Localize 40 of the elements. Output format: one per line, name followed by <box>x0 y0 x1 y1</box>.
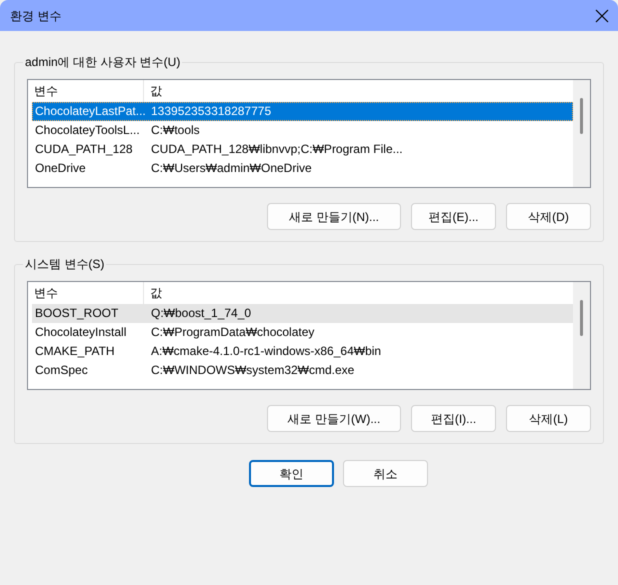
variable-name: CMAKE_PATH <box>34 343 116 360</box>
list-row[interactable]: ComSpec C:₩WINDOWS₩system32₩cmd.exe <box>32 361 573 380</box>
ok-button[interactable]: 확인 <box>249 460 334 487</box>
variable-name: ChocolateyInstall <box>34 324 128 341</box>
list-action-button[interactable]: 편집(E)... <box>411 203 496 230</box>
list-action-button[interactable]: 편집(I)... <box>411 405 496 432</box>
list-action-button[interactable]: 삭제(D) <box>506 203 591 230</box>
list-row[interactable]: BOOST_ROOT Q:₩boost_1_74_0 <box>32 304 573 323</box>
variable-value: C:₩tools <box>150 122 200 139</box>
scrollbar[interactable] <box>573 282 590 389</box>
variable-value: 133952353318287775 <box>150 103 272 120</box>
list-row[interactable]: CMAKE_PATH A:₩cmake-4.1.0-rc1-windows-x86_64₩bin <box>32 342 573 361</box>
variable-list[interactable]: 변수 값 ChocolateyLastPat... 133952353318287775 ChocolateyToolsL... C:₩tools CUDA_PATH_128 CUDA_PATH_128₩libnvvp;C:₩Program File... OneDrive C:₩Users₩admin₩OneDrive <box>27 79 591 188</box>
close-icon[interactable] <box>594 8 610 24</box>
variable-name: BOOST_ROOT <box>34 305 120 322</box>
list-row[interactable]: OneDrive C:₩Users₩admin₩OneDrive <box>32 159 573 178</box>
list-row[interactable]: ChocolateyToolsL... C:₩tools <box>32 121 573 140</box>
variable-value: Q:₩boost_1_74_0 <box>150 305 252 322</box>
variable-name: ComSpec <box>34 362 89 379</box>
variable-name: OneDrive <box>34 160 87 177</box>
variable-value: C:₩Users₩admin₩OneDrive <box>150 160 312 177</box>
list-action-button[interactable]: 새로 만들기(W)... <box>267 405 401 432</box>
variable-list[interactable]: 변수 값 BOOST_ROOT Q:₩boost_1_74_0 ChocolateyInstall C:₩ProgramData₩chocolatey CMAKE_PATH A:₩cmake-4.1.0-rc1-windows-x86_64₩bin ComSpec C:₩WINDOWS₩system32₩cmd.exe <box>27 281 591 390</box>
list-row[interactable]: ChocolateyInstall C:₩ProgramData₩chocolatey <box>32 323 573 342</box>
variable-name: ChocolateyToolsL... <box>34 122 141 139</box>
group-title: 시스템 변수(S) <box>23 256 106 272</box>
list-row[interactable]: ChocolateyLastPat... 133952353318287775 <box>32 102 573 121</box>
variable-value: CUDA_PATH_128₩libnvvp;C:₩Program File... <box>150 141 403 158</box>
variable-name: CUDA_PATH_128 <box>34 141 134 158</box>
cancel-button[interactable]: 취소 <box>343 460 428 487</box>
variable-value: C:₩ProgramData₩chocolatey <box>150 324 314 341</box>
list-action-button[interactable]: 새로 만들기(N)... <box>267 203 401 230</box>
list-row[interactable]: CUDA_PATH_128 CUDA_PATH_128₩libnvvp;C:₩Program File... <box>32 140 573 159</box>
variable-value: A:₩cmake-4.1.0-rc1-windows-x86_64₩bin <box>150 343 382 360</box>
list-action-button[interactable]: 삭제(L) <box>506 405 591 432</box>
variable-name: ChocolateyLastPat... <box>34 103 145 120</box>
variable-value: C:₩WINDOWS₩system32₩cmd.exe <box>150 362 354 379</box>
scrollbar[interactable] <box>573 80 590 187</box>
window-title: 환경 변수 <box>10 8 62 24</box>
group-title: admin에 대한 사용자 변수(U) <box>23 54 182 70</box>
